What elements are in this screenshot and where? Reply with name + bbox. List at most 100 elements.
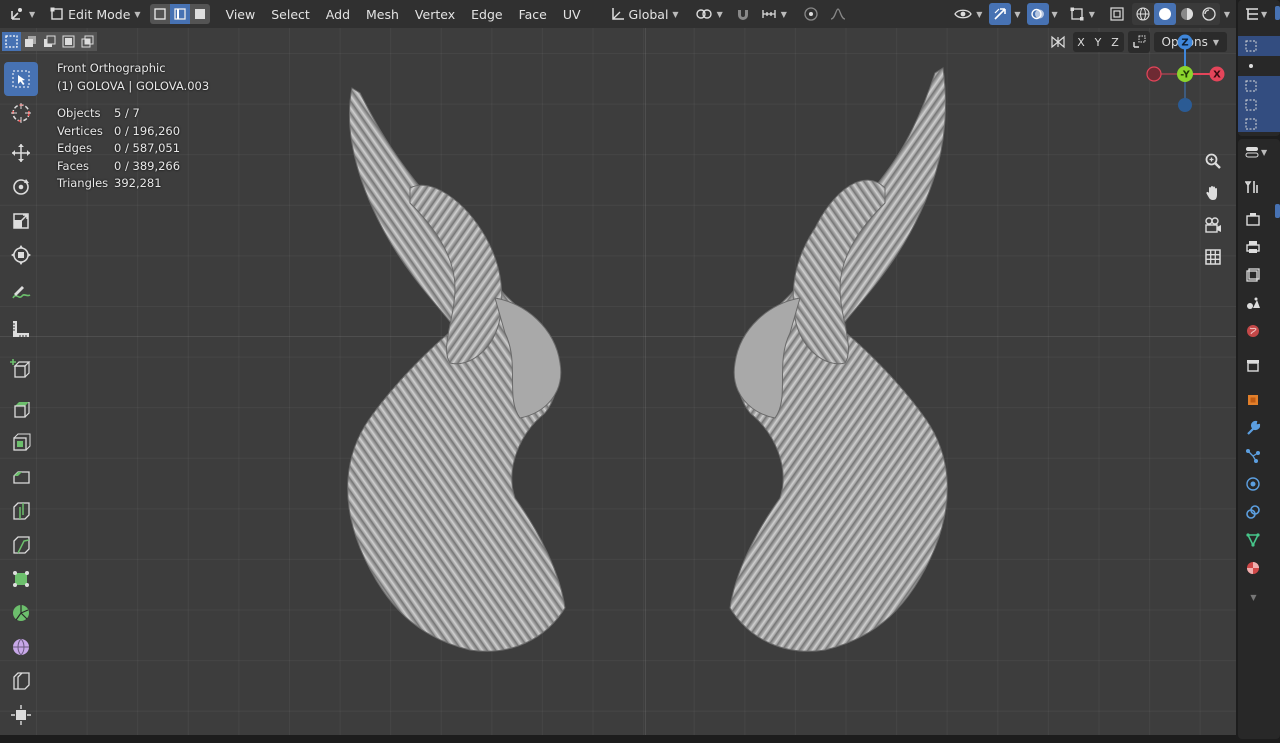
render-camera-back-icon: [1246, 213, 1260, 226]
chevron-down-icon: ▼: [134, 9, 141, 19]
viewport-header: ▼ Edit Mode ▼ View Select Add Mesh Verte…: [0, 0, 1236, 28]
world-globe-icon: [1247, 325, 1259, 337]
tab-data[interactable]: [1242, 529, 1264, 551]
tool-settings-icon: [1245, 181, 1258, 193]
tab-more[interactable]: ▼: [1242, 586, 1264, 608]
wireframe-shading-button[interactable]: [1132, 3, 1154, 25]
chevron-down-icon: ▼: [672, 9, 679, 19]
image-stack-icon: [1246, 268, 1260, 282]
tab-scene[interactable]: [1242, 292, 1264, 314]
tab-material[interactable]: [1242, 557, 1264, 579]
axes-editor-icon: [11, 8, 22, 20]
select-mode-group: [149, 4, 210, 24]
edge-select-button[interactable]: [169, 4, 190, 24]
mesh-triangle-icon: [1246, 533, 1260, 547]
properties-editor-type-button[interactable]: ▼: [1244, 144, 1267, 160]
outliner-panel[interactable]: ▼: [1238, 0, 1280, 136]
menu-select[interactable]: Select: [263, 3, 318, 25]
physics-orbit-icon: [1246, 477, 1260, 491]
tab-tool[interactable]: [1242, 176, 1264, 198]
snap-increment-icon: [762, 10, 776, 18]
mesh-data-icon: [1245, 99, 1257, 111]
tab-view-layer[interactable]: [1242, 264, 1264, 286]
menu-edge[interactable]: Edge: [463, 3, 510, 25]
edge-select-icon: [173, 8, 186, 20]
xray-toggle[interactable]: [1106, 3, 1128, 25]
constraint-link-icon: [1246, 505, 1260, 519]
gizmo-toggle[interactable]: [989, 3, 1012, 25]
snap-toggle[interactable]: [730, 3, 756, 25]
face-select-button[interactable]: [189, 4, 210, 24]
tab-physics[interactable]: [1242, 473, 1264, 495]
material-sphere-icon: [1180, 8, 1193, 20]
overlays-toggle[interactable]: [1026, 3, 1049, 25]
eye-icon: [954, 9, 972, 19]
chevron-down-icon: ▼: [1261, 9, 1268, 19]
mesh-edit-overlay-icon: [1070, 7, 1084, 21]
material-shading-button[interactable]: [1176, 3, 1198, 25]
chevron-down-icon[interactable]: ▼: [1224, 10, 1230, 19]
scene-icon: [1247, 297, 1260, 309]
rendered-shading-button[interactable]: [1198, 3, 1220, 25]
solid-sphere-icon: [1158, 8, 1171, 20]
tab-modifiers[interactable]: [1242, 417, 1264, 439]
right-horn[interactable]: [729, 67, 948, 652]
outliner-tab-indicator: [1275, 6, 1280, 20]
pivot-link-icon: [695, 9, 712, 19]
tab-object[interactable]: [1242, 389, 1264, 411]
menu-add[interactable]: Add: [318, 3, 358, 25]
chevron-down-icon: ▼: [1261, 147, 1268, 157]
gizmo-arrow-icon: [994, 8, 1007, 20]
overlays-icon: [1030, 8, 1044, 20]
outliner-editor-type-button[interactable]: ▼: [1244, 6, 1267, 22]
tab-constraints[interactable]: [1242, 501, 1264, 523]
printer-icon: [1246, 241, 1260, 253]
outliner-icon: [1246, 8, 1258, 20]
visibility-dropdown[interactable]: ▼: [949, 3, 987, 25]
editor-type-button[interactable]: ▼: [4, 3, 40, 25]
solid-shading-button[interactable]: [1153, 3, 1176, 25]
tab-render[interactable]: [1242, 208, 1264, 230]
3d-viewport[interactable]: Front Orthographic (1) GOLOVA | GOLOVA.0…: [0, 28, 1236, 735]
left-horn[interactable]: [347, 87, 566, 652]
rendered-sphere-icon: [1202, 7, 1216, 21]
tab-particles[interactable]: [1242, 445, 1264, 467]
menu-face[interactable]: Face: [511, 3, 555, 25]
transform-orientation-dropdown[interactable]: Global ▼: [605, 3, 684, 25]
particles-icon: [1246, 449, 1260, 463]
vertex-select-icon: [153, 8, 166, 20]
chevron-down-icon: ▼: [1088, 9, 1095, 19]
magnet-icon: [737, 10, 748, 20]
tab-collection[interactable]: [1242, 354, 1264, 376]
horn-mesh-group[interactable]: [0, 28, 1236, 735]
tab-output[interactable]: [1242, 236, 1264, 258]
chevron-down-icon[interactable]: ▼: [1014, 10, 1020, 19]
wireframe-sphere-icon: [1136, 7, 1150, 21]
menu-mesh[interactable]: Mesh: [358, 3, 407, 25]
xray-icon: [1110, 7, 1124, 21]
falloff-curve-icon: [830, 8, 846, 20]
chevron-down-icon: ▼: [1250, 592, 1257, 602]
menu-vertex[interactable]: Vertex: [407, 3, 463, 25]
chevron-down-icon: ▼: [976, 9, 983, 19]
proportional-edit-icon: [804, 7, 818, 21]
snap-target-dropdown[interactable]: ▼: [756, 3, 792, 25]
properties-icon: [1245, 147, 1259, 158]
falloff-dropdown[interactable]: [824, 3, 852, 25]
menu-view[interactable]: View: [218, 3, 264, 25]
edit-mode-icon: [50, 7, 63, 20]
menu-uv[interactable]: UV: [555, 3, 589, 25]
chevron-down-icon[interactable]: ▼: [1052, 10, 1058, 19]
tab-world[interactable]: [1242, 320, 1264, 342]
outliner-dot: [1249, 64, 1253, 68]
object-square-icon: [1248, 395, 1258, 405]
vertex-select-button[interactable]: [149, 4, 170, 24]
wrench-icon: [1247, 420, 1261, 435]
material-ball-icon: [1247, 562, 1259, 574]
mode-selector[interactable]: Edit Mode ▼: [44, 3, 145, 25]
properties-tab-indicator: [1275, 204, 1280, 218]
pivot-point-dropdown[interactable]: ▼: [690, 3, 728, 25]
mesh-overlays-dropdown[interactable]: ▼: [1064, 3, 1100, 25]
proportional-edit-toggle[interactable]: [798, 3, 824, 25]
shading-mode-group: [1131, 3, 1220, 25]
